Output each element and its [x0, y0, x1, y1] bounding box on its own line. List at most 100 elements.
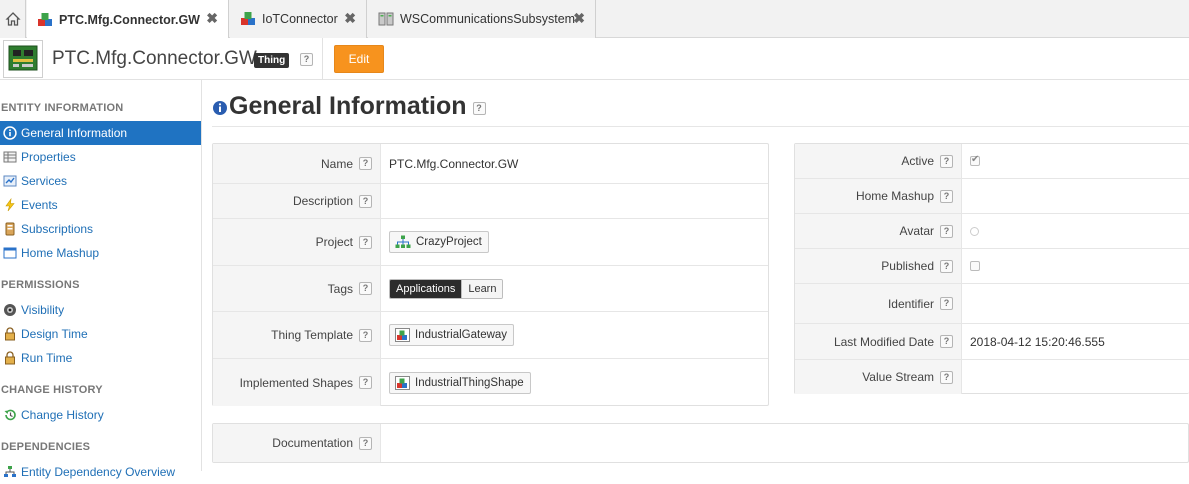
- tag-applications[interactable]: Applications: [390, 279, 462, 298]
- project-tree-icon: [395, 235, 411, 248]
- help-icon[interactable]: ?: [940, 154, 953, 168]
- thing-icon: [241, 12, 255, 25]
- field-row-tags: Tags ? Applications Learn: [213, 266, 768, 312]
- sidebar: ENTITY INFORMATION General Information P…: [0, 80, 202, 479]
- last-modified-value: 2018-04-12 15:20:46.555: [970, 334, 1105, 349]
- avatar-placeholder: [970, 226, 979, 236]
- info-icon: [213, 101, 227, 115]
- field-label-text: Documentation: [272, 436, 353, 450]
- help-icon[interactable]: ?: [940, 189, 953, 203]
- home-tab[interactable]: [0, 0, 26, 38]
- sidebar-item-label: Visibility: [21, 303, 65, 317]
- field-label: Tags ?: [213, 266, 381, 311]
- help-icon[interactable]: ?: [359, 436, 372, 450]
- field-label-text: Value Stream: [862, 370, 934, 384]
- history-icon: [3, 408, 17, 422]
- active-checkbox[interactable]: [970, 154, 980, 166]
- project-link[interactable]: CrazyProject: [389, 231, 489, 253]
- field-label-text: Last Modified Date: [833, 334, 934, 349]
- close-icon[interactable]: ✖: [344, 10, 356, 27]
- project-value: CrazyProject: [381, 219, 489, 265]
- help-icon[interactable]: ?: [359, 194, 372, 208]
- help-icon[interactable]: ?: [359, 157, 372, 170]
- sidebar-item-label: General Information: [21, 126, 128, 140]
- help-icon[interactable]: ?: [359, 376, 372, 389]
- help-icon[interactable]: ?: [359, 282, 372, 295]
- sidebar-item-properties[interactable]: Properties: [0, 145, 201, 169]
- dependency-icon: [3, 465, 17, 479]
- section-heading-dependencies: DEPENDENCIES: [1, 441, 91, 453]
- field-label-text: Name: [320, 156, 353, 171]
- sidebar-item-visibility[interactable]: Visibility: [0, 298, 201, 322]
- tab-label: WSCommunicationsSubsystem: [400, 12, 576, 26]
- field-label: Published ?: [795, 249, 962, 283]
- close-icon[interactable]: ✖: [206, 10, 218, 27]
- thing-template-link[interactable]: IndustrialGateway: [389, 324, 515, 346]
- sidebar-item-services[interactable]: Services: [0, 169, 201, 193]
- published-value: [962, 249, 980, 283]
- field-row-implemented-shapes: Implemented Shapes ? IndustrialThingShap…: [213, 359, 768, 406]
- tab-ptc-mfg-connector-gw[interactable]: PTC.Mfg.Connector.GW ✖: [27, 0, 229, 39]
- info-icon: [3, 126, 17, 140]
- sidebar-item-run-time[interactable]: Run Time: [0, 346, 201, 370]
- sidebar-item-change-history[interactable]: Change History: [0, 403, 201, 427]
- page-title: General Information ?: [212, 92, 486, 121]
- page-title-text: General Information: [229, 92, 467, 120]
- field-label: Last Modified Date ?: [795, 324, 962, 359]
- field-row-active: Active ?: [795, 144, 1189, 179]
- documentation-panel: Documentation ?: [212, 423, 1189, 463]
- field-label: Home Mashup ?: [795, 179, 962, 213]
- help-icon[interactable]: ?: [472, 102, 486, 115]
- field-label-text: Project: [315, 235, 353, 249]
- help-icon[interactable]: ?: [359, 328, 372, 342]
- sidebar-item-events[interactable]: Events: [0, 193, 201, 217]
- sidebar-item-subscriptions[interactable]: Subscriptions: [0, 217, 201, 241]
- field-label-text: Active: [901, 154, 934, 168]
- field-row-avatar: Avatar ?: [795, 214, 1189, 249]
- field-label-text: Home Mashup: [855, 189, 934, 203]
- sidebar-item-entity-dependency-overview[interactable]: Entity Dependency Overview: [0, 460, 201, 484]
- field-row-project: Project ? CrazyProject: [213, 219, 768, 266]
- sidebar-item-label: Home Mashup: [21, 246, 100, 260]
- close-icon[interactable]: ✖: [573, 10, 585, 27]
- sidebar-item-label: Design Time: [21, 327, 88, 341]
- mashup-icon: [3, 246, 17, 260]
- sidebar-item-design-time[interactable]: Design Time: [0, 322, 201, 346]
- field-row-thing-template: Thing Template ? IndustrialGateway: [213, 312, 768, 359]
- tab-wscommunicationssubsystem[interactable]: WSCommunicationsSubsystem ✖: [368, 0, 596, 38]
- help-icon[interactable]: ?: [940, 297, 953, 310]
- help-icon[interactable]: ?: [359, 235, 372, 249]
- sidebar-item-label: Subscriptions: [21, 222, 94, 236]
- field-row-description: Description ?: [213, 184, 768, 219]
- field-row-value-stream: Value Stream ?: [795, 360, 1189, 394]
- help-icon[interactable]: ?: [940, 224, 953, 238]
- section-heading-change-history: CHANGE HISTORY: [1, 384, 103, 396]
- tag-learn[interactable]: Learn: [461, 279, 503, 298]
- tab-iotconnector[interactable]: IoTConnector ✖: [230, 0, 367, 38]
- field-row-published: Published ?: [795, 249, 1189, 284]
- tags-value: Applications Learn: [381, 266, 504, 311]
- field-row-identifier: Identifier ?: [795, 284, 1189, 324]
- field-label: Thing Template ?: [213, 312, 381, 358]
- thing-template-icon: [395, 328, 410, 342]
- help-icon[interactable]: ?: [940, 370, 953, 384]
- field-label: Name ?: [213, 144, 381, 183]
- field-label-text: Thing Template: [271, 328, 353, 342]
- published-checkbox[interactable]: [970, 261, 980, 271]
- sidebar-item-general-information[interactable]: General Information: [0, 121, 201, 145]
- thing-shape-name: IndustrialThingShape: [415, 376, 524, 389]
- field-label: Implemented Shapes ?: [213, 359, 381, 406]
- field-label: Project ?: [213, 219, 381, 265]
- description-value: [381, 184, 389, 218]
- field-label: Avatar ?: [795, 214, 962, 248]
- lock-icon: [3, 327, 17, 341]
- help-icon[interactable]: ?: [940, 335, 953, 348]
- status-panel: Active ? Home Mashup ? Avatar ? Publishe…: [794, 143, 1189, 394]
- help-icon[interactable]: ?: [940, 259, 953, 273]
- edit-button[interactable]: Edit: [334, 45, 384, 73]
- tab-bar: PTC.Mfg.Connector.GW ✖ IoTConnector ✖ WS…: [0, 0, 1189, 39]
- help-icon[interactable]: ?: [300, 53, 313, 66]
- thing-shape-link[interactable]: IndustrialThingShape: [389, 371, 531, 394]
- sidebar-item-home-mashup[interactable]: Home Mashup: [0, 241, 201, 265]
- thing-shape-icon: [395, 375, 410, 390]
